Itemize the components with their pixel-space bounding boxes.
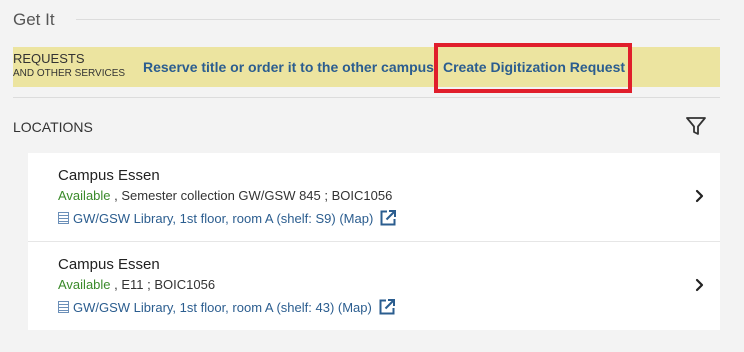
location-details: , Semester collection GW/GSW 845 ; BOIC1… [110, 188, 393, 203]
location-item[interactable]: Campus Essen Available , Semester collec… [28, 153, 720, 242]
location-status: Available , E11 ; BOIC1056 [58, 277, 215, 292]
filter-icon[interactable] [684, 114, 708, 138]
location-item[interactable]: Campus Essen Available , E11 ; BOIC1056 … [28, 242, 720, 330]
shelf-icon [58, 212, 69, 224]
section-title: Get It [13, 10, 55, 29]
highlight-box [434, 43, 632, 93]
location-link-row: GW/GSW Library, 1st floor, room A (shelf… [58, 209, 397, 227]
requests-label: REQUESTS AND OTHER SERVICES [13, 52, 125, 79]
location-map-link[interactable]: GW/GSW Library, 1st floor, room A (shelf… [73, 211, 373, 226]
location-name: Campus Essen [58, 167, 160, 184]
requests-label-line1: REQUESTS [13, 51, 85, 66]
chevron-right-icon[interactable] [694, 276, 706, 294]
get-it-header: Get It [13, 8, 720, 32]
locations-label: LOCATIONS [13, 119, 93, 135]
shelf-icon [58, 301, 69, 313]
external-link-icon[interactable] [379, 209, 397, 227]
location-name: Campus Essen [58, 256, 160, 273]
location-details: , E11 ; BOIC1056 [110, 277, 216, 292]
location-status: Available , Semester collection GW/GSW 8… [58, 188, 392, 203]
chevron-right-icon[interactable] [694, 187, 706, 205]
divider [13, 97, 720, 98]
external-link-icon[interactable] [378, 298, 396, 316]
requests-label-line2: AND OTHER SERVICES [13, 68, 126, 79]
location-map-link[interactable]: GW/GSW Library, 1st floor, room A (shelf… [73, 300, 372, 315]
header-rule [76, 19, 720, 20]
reserve-title-link[interactable]: Reserve title or order it to the other c… [143, 59, 434, 75]
availability-status: Available [58, 277, 111, 292]
availability-status: Available [58, 188, 111, 203]
location-link-row: GW/GSW Library, 1st floor, room A (shelf… [58, 298, 396, 316]
